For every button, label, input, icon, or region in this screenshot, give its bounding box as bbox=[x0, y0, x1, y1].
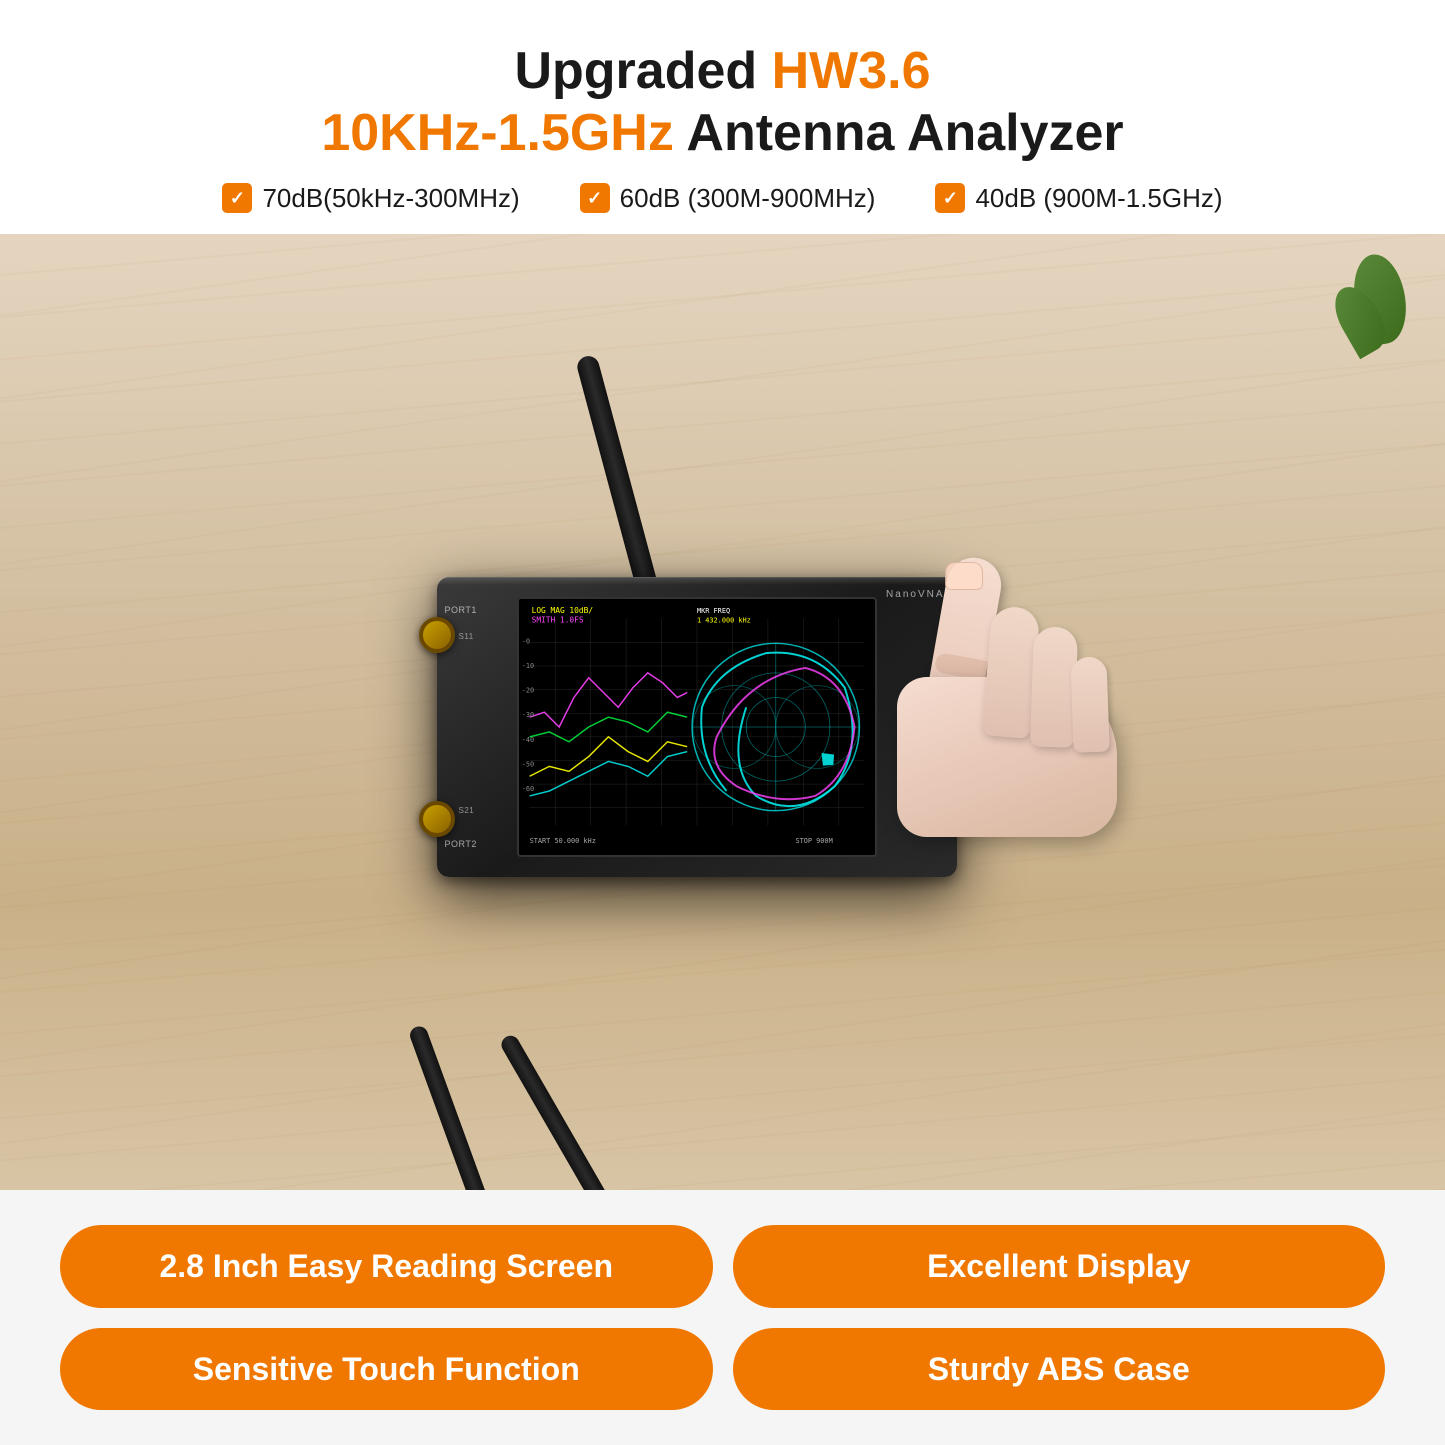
device-screen: LOG MAG 10dB/ SMITH 1.0FS MKR FREQ 1 432… bbox=[517, 597, 877, 857]
svg-text:-50: -50 bbox=[521, 760, 533, 768]
feature-badge-case: Sturdy ABS Case bbox=[733, 1328, 1386, 1410]
svg-text:LOG MAG 10dB/: LOG MAG 10dB/ bbox=[531, 606, 593, 615]
spec-item-2: ✓ 60dB (300M-900MHz) bbox=[580, 183, 876, 214]
device-wrapper: PORT1 S11 S21 PORT2 bbox=[437, 577, 957, 877]
feature-case-text: Sturdy ABS Case bbox=[928, 1350, 1190, 1388]
s11-label: S11 bbox=[459, 632, 474, 641]
port2-label: PORT2 bbox=[445, 839, 477, 849]
page-container: Upgraded HW3.6 10KHz-1.5GHz Antenna Anal… bbox=[0, 0, 1445, 1445]
title-highlight: HW3.6 bbox=[772, 42, 931, 100]
product-image-section: PORT1 S11 S21 PORT2 bbox=[0, 234, 1445, 1190]
s21-label: S21 bbox=[459, 806, 475, 815]
port1-connector bbox=[419, 617, 455, 653]
feature-display-text: Excellent Display bbox=[927, 1247, 1190, 1285]
feature-badge-display: Excellent Display bbox=[733, 1225, 1386, 1307]
features-section: 2.8 Inch Easy Reading Screen Excellent D… bbox=[0, 1190, 1445, 1445]
svg-text:-40: -40 bbox=[521, 736, 533, 744]
screen-display: LOG MAG 10dB/ SMITH 1.0FS MKR FREQ 1 432… bbox=[519, 599, 875, 855]
feature-badge-screen: 2.8 Inch Easy Reading Screen bbox=[60, 1225, 713, 1307]
spec-label-1: 70dB(50kHz-300MHz) bbox=[262, 183, 519, 214]
title-line1: Upgraded HW3.6 bbox=[60, 40, 1385, 102]
spec-item-1: ✓ 70dB(50kHz-300MHz) bbox=[222, 183, 519, 214]
svg-text:-20: -20 bbox=[521, 687, 533, 695]
feature-screen-text: 2.8 Inch Easy Reading Screen bbox=[159, 1247, 613, 1285]
title-freq: 10KHz-1.5GHz bbox=[321, 104, 674, 162]
title-prefix: Upgraded bbox=[514, 42, 771, 100]
svg-text:SMITH 1.0FS: SMITH 1.0FS bbox=[531, 616, 583, 625]
port1-label: PORT1 bbox=[445, 605, 477, 615]
svg-text:-10: -10 bbox=[521, 662, 533, 670]
svg-text:START 50.000 kHz: START 50.000 kHz bbox=[529, 837, 595, 845]
fingernail bbox=[945, 562, 983, 590]
header-section: Upgraded HW3.6 10KHz-1.5GHz Antenna Anal… bbox=[0, 0, 1445, 234]
checkbox-icon-1: ✓ bbox=[222, 183, 252, 213]
checkbox-icon-3: ✓ bbox=[935, 183, 965, 213]
finger3 bbox=[1029, 626, 1077, 747]
port2-connector bbox=[419, 801, 455, 837]
finger4 bbox=[1070, 656, 1109, 752]
hand-shape bbox=[877, 557, 1157, 817]
title-suffix: Antenna Analyzer bbox=[674, 104, 1124, 162]
svg-text:MKR FREQ: MKR FREQ bbox=[697, 607, 730, 615]
checkbox-icon-2: ✓ bbox=[580, 183, 610, 213]
svg-text:-0: -0 bbox=[521, 637, 529, 645]
title-line2: 10KHz-1.5GHz Antenna Analyzer bbox=[60, 102, 1385, 164]
spec-label-3: 40dB (900M-1.5GHz) bbox=[975, 183, 1222, 214]
svg-text:-30: -30 bbox=[521, 711, 533, 719]
plant-decoration bbox=[1335, 254, 1415, 374]
spec-label-2: 60dB (300M-900MHz) bbox=[620, 183, 876, 214]
svg-text:-60: -60 bbox=[521, 785, 533, 793]
feature-touch-text: Sensitive Touch Function bbox=[193, 1350, 580, 1388]
svg-text:1 432.000 kHz: 1 432.000 kHz bbox=[697, 617, 751, 625]
spec-item-3: ✓ 40dB (900M-1.5GHz) bbox=[935, 183, 1222, 214]
feature-badge-touch: Sensitive Touch Function bbox=[60, 1328, 713, 1410]
svg-text:STOP 900M: STOP 900M bbox=[795, 837, 832, 845]
specs-row: ✓ 70dB(50kHz-300MHz) ✓ 60dB (300M-900MHz… bbox=[60, 183, 1385, 214]
